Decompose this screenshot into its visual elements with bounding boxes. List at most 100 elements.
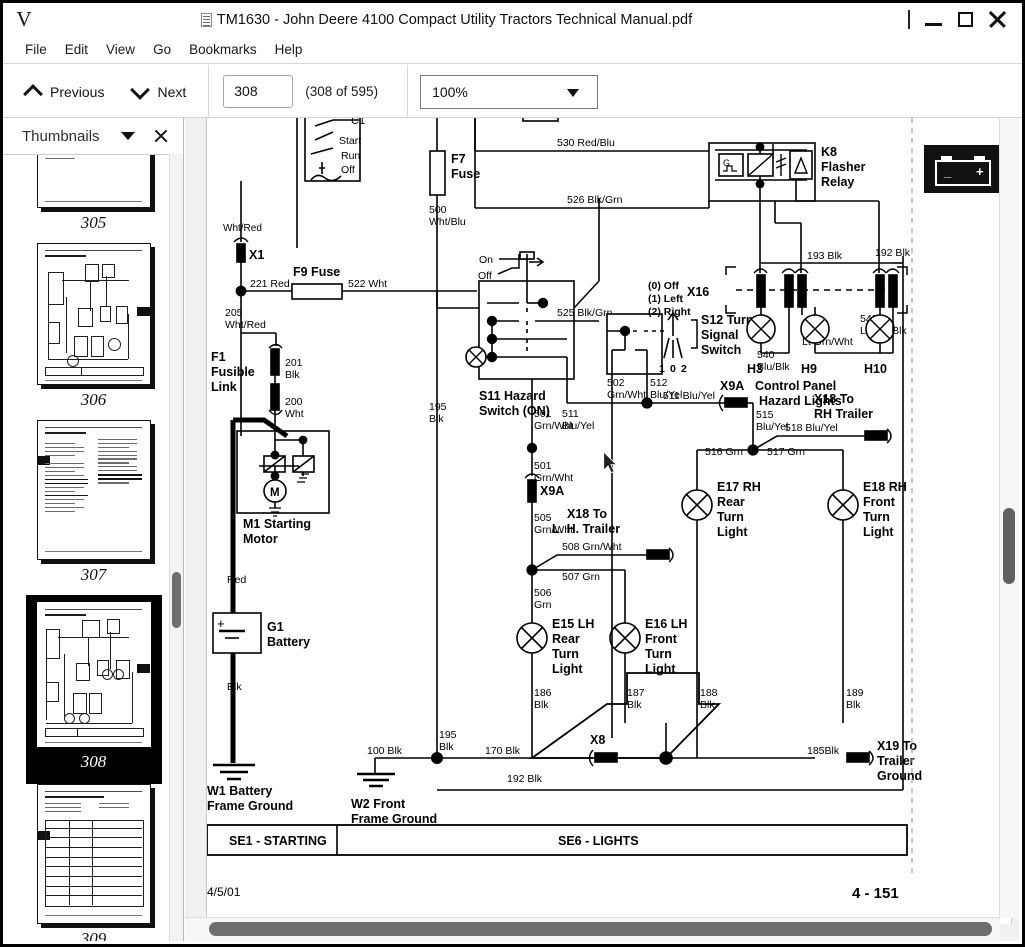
svg-text:H10: H10 [864,362,887,376]
svg-text:SE6 - LIGHTS: SE6 - LIGHTS [558,834,639,848]
close-icon[interactable] [153,128,169,144]
menu-file[interactable]: File [16,40,56,59]
viewer-horizontal-scrollbar-thumb[interactable] [209,922,992,936]
menu-view[interactable]: View [97,40,144,59]
menu-bar: File Edit View Go Bookmarks Help [3,36,1022,64]
page-count-label: (308 of 595) [305,84,379,99]
svg-text:S12 Turn: S12 Turn [701,313,754,327]
svg-text:505: 505 [534,512,552,524]
thumbnail-preview [36,243,151,385]
svg-text:512: 512 [650,377,668,389]
svg-text:Red: Red [227,574,246,586]
svg-text:195: 195 [439,729,457,741]
svg-text:Grn: Grn [534,599,552,611]
sidebar-scrollbar[interactable] [169,154,183,941]
svg-text:221 Red: 221 Red [250,278,290,290]
svg-text:X1: X1 [249,248,264,262]
thumbnail-list[interactable]: 305 306 307 308 309 [3,154,183,941]
chevron-down-icon [130,81,151,102]
svg-text:X8: X8 [590,733,605,747]
svg-text:WA: WA [562,118,579,121]
svg-text:X9A: X9A [540,484,564,498]
svg-text:M: M [270,487,280,499]
svg-text:Link: Link [211,380,237,394]
thumbnail-item-selected[interactable]: 308 [3,595,183,784]
mouse-cursor [603,452,618,474]
svg-text:Off: Off [341,164,355,176]
svg-text:On: On [479,254,493,266]
close-icon [987,9,1008,30]
svg-text:Light: Light [863,525,894,539]
svg-text:L. H. Trailer: L. H. Trailer [552,522,620,536]
svg-text:506: 506 [534,587,552,599]
thumbnail-page-number: 305 [80,213,107,232]
viewer-horizontal-scrollbar[interactable] [185,917,1000,941]
svg-text:193 Blk: 193 Blk [807,250,843,262]
previous-label: Previous [50,83,105,100]
menu-go[interactable]: Go [144,40,180,59]
svg-text:518 Blu/Yel: 518 Blu/Yel [785,422,838,434]
viewer-vertical-scrollbar-thumb[interactable] [1003,508,1015,584]
svg-text:Front: Front [645,632,678,646]
svg-text:Blu/Yel: Blu/Yel [756,421,788,433]
svg-text:E18 RH: E18 RH [863,480,907,494]
minimize-button[interactable] [918,5,948,35]
zoom-select[interactable]: 100% [420,74,599,109]
svg-text:Motor: Motor [243,532,278,546]
svg-text:186: 186 [534,687,552,699]
svg-text:Relay: Relay [821,175,854,189]
svg-text:200: 200 [285,396,303,408]
svg-text:M1 Starting: M1 Starting [243,517,311,531]
svg-text:189: 189 [846,687,864,699]
svg-text:Trailer: Trailer [877,754,915,768]
svg-text:E16 LH: E16 LH [645,617,687,631]
schematic-svg: C1 Start Run Off Wht/Red X1 221 Red 522 … [207,118,1011,924]
menu-help[interactable]: Help [266,40,312,59]
svg-text:S11 Hazard: S11 Hazard [479,389,546,403]
previous-page-button[interactable]: Previous [3,81,104,102]
mini-page-schematic [37,603,150,746]
svg-text:Blk: Blk [429,413,444,425]
svg-text:X9A: X9A [720,379,744,393]
sidebar-title: Thumbnails [22,127,100,145]
svg-text:F1: F1 [211,350,226,364]
thumbnail-item[interactable]: 306 [3,243,183,420]
maximize-button[interactable] [950,5,980,35]
svg-text:187: 187 [627,687,645,699]
svg-text:507 Grn: 507 Grn [562,571,600,583]
menu-bookmarks[interactable]: Bookmarks [180,40,266,59]
svg-text:Rear: Rear [552,632,580,646]
svg-text:Turn: Turn [863,510,890,524]
wiring-schematic: C1 Start Run Off Wht/Red X1 221 Red 522 … [207,118,1011,924]
svg-text:Blk: Blk [439,741,454,753]
chevron-down-icon[interactable] [121,132,135,140]
next-page-button[interactable]: Next [104,81,186,102]
svg-text:Grn/Wht: Grn/Wht [607,389,646,401]
svg-text:Wht/Red: Wht/Red [225,319,266,331]
document-icon [200,12,212,27]
thumbnail-preview [36,155,151,208]
thumbnail-item[interactable]: 305 [3,155,183,243]
svg-text:Light: Light [552,662,583,676]
menu-edit[interactable]: Edit [56,40,97,59]
svg-text:525 Blk/Grn: 525 Blk/Grn [557,307,613,319]
svg-text:Turn: Turn [717,510,744,524]
svg-text:Wht/Red: Wht/Red [223,223,262,234]
svg-text:W1 Battery: W1 Battery [207,784,272,798]
thumbnail-page-number: 309 [80,929,107,941]
battery-icon: _ + [924,145,1002,193]
pdf-page: C1 Start Run Off Wht/Red X1 221 Red 522 … [206,118,1012,924]
thumbnail-item[interactable]: 307 [3,420,183,595]
svg-text:_: _ [216,639,225,654]
viewer-vertical-scrollbar[interactable] [999,118,1019,918]
sidebar-scrollbar-thumb[interactable] [172,572,181,628]
svg-text:1: 1 [659,363,665,375]
page-number-input[interactable]: 308 [223,75,294,108]
svg-text:Hazard Lights: Hazard Lights [759,394,842,408]
svg-text:(0) Off: (0) Off [648,280,679,292]
svg-text:Grn/Wht: Grn/Wht [534,472,573,484]
svg-text:Light: Light [717,525,748,539]
close-button[interactable] [982,5,1012,35]
svg-text:F7: F7 [451,152,466,166]
thumbnail-item[interactable]: 309 [3,784,183,941]
